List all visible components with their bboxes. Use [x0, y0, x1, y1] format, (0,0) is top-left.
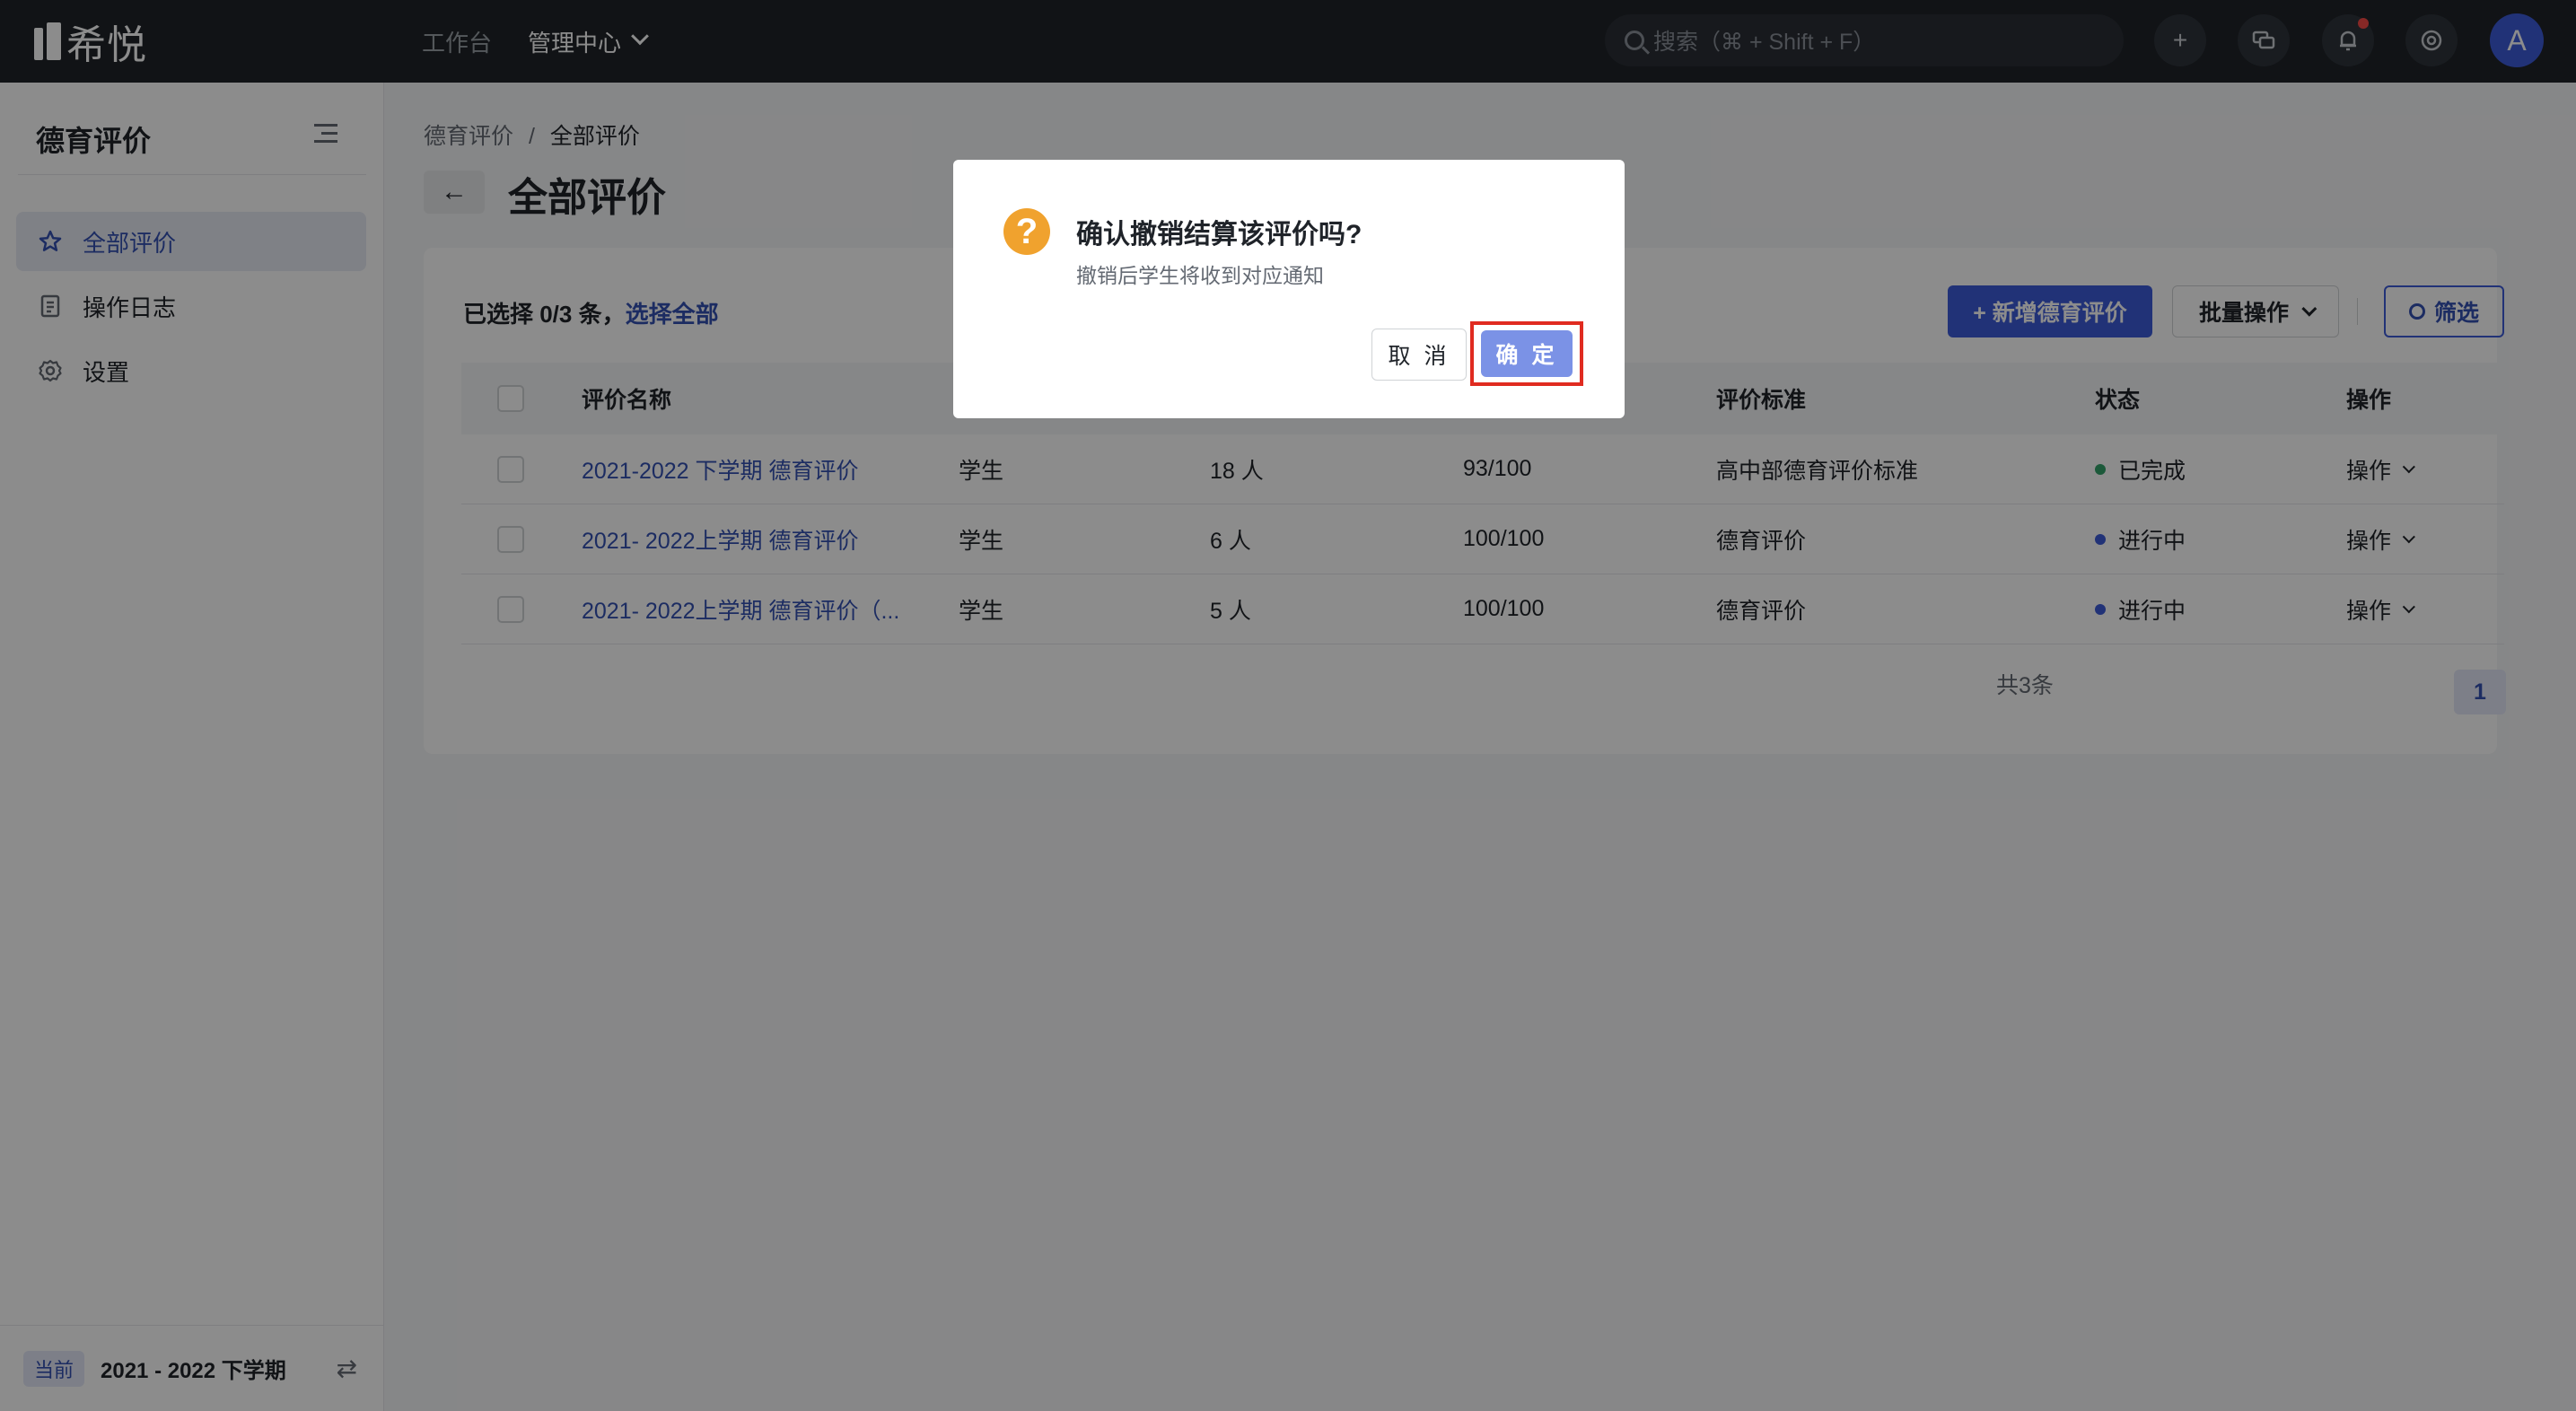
- question-icon: ?: [1003, 208, 1050, 255]
- confirm-highlight: 确 定: [1470, 321, 1583, 386]
- dialog-title: 确认撤销结算该评价吗?: [1076, 220, 1362, 250]
- cancel-button[interactable]: 取 消: [1371, 329, 1467, 381]
- dialog-description: 撤销后学生将收到对应通知: [1076, 264, 1324, 287]
- confirm-button[interactable]: 确 定: [1481, 330, 1573, 377]
- confirm-dialog: ? 确认撤销结算该评价吗? 撤销后学生将收到对应通知 取 消 确 定: [953, 160, 1625, 418]
